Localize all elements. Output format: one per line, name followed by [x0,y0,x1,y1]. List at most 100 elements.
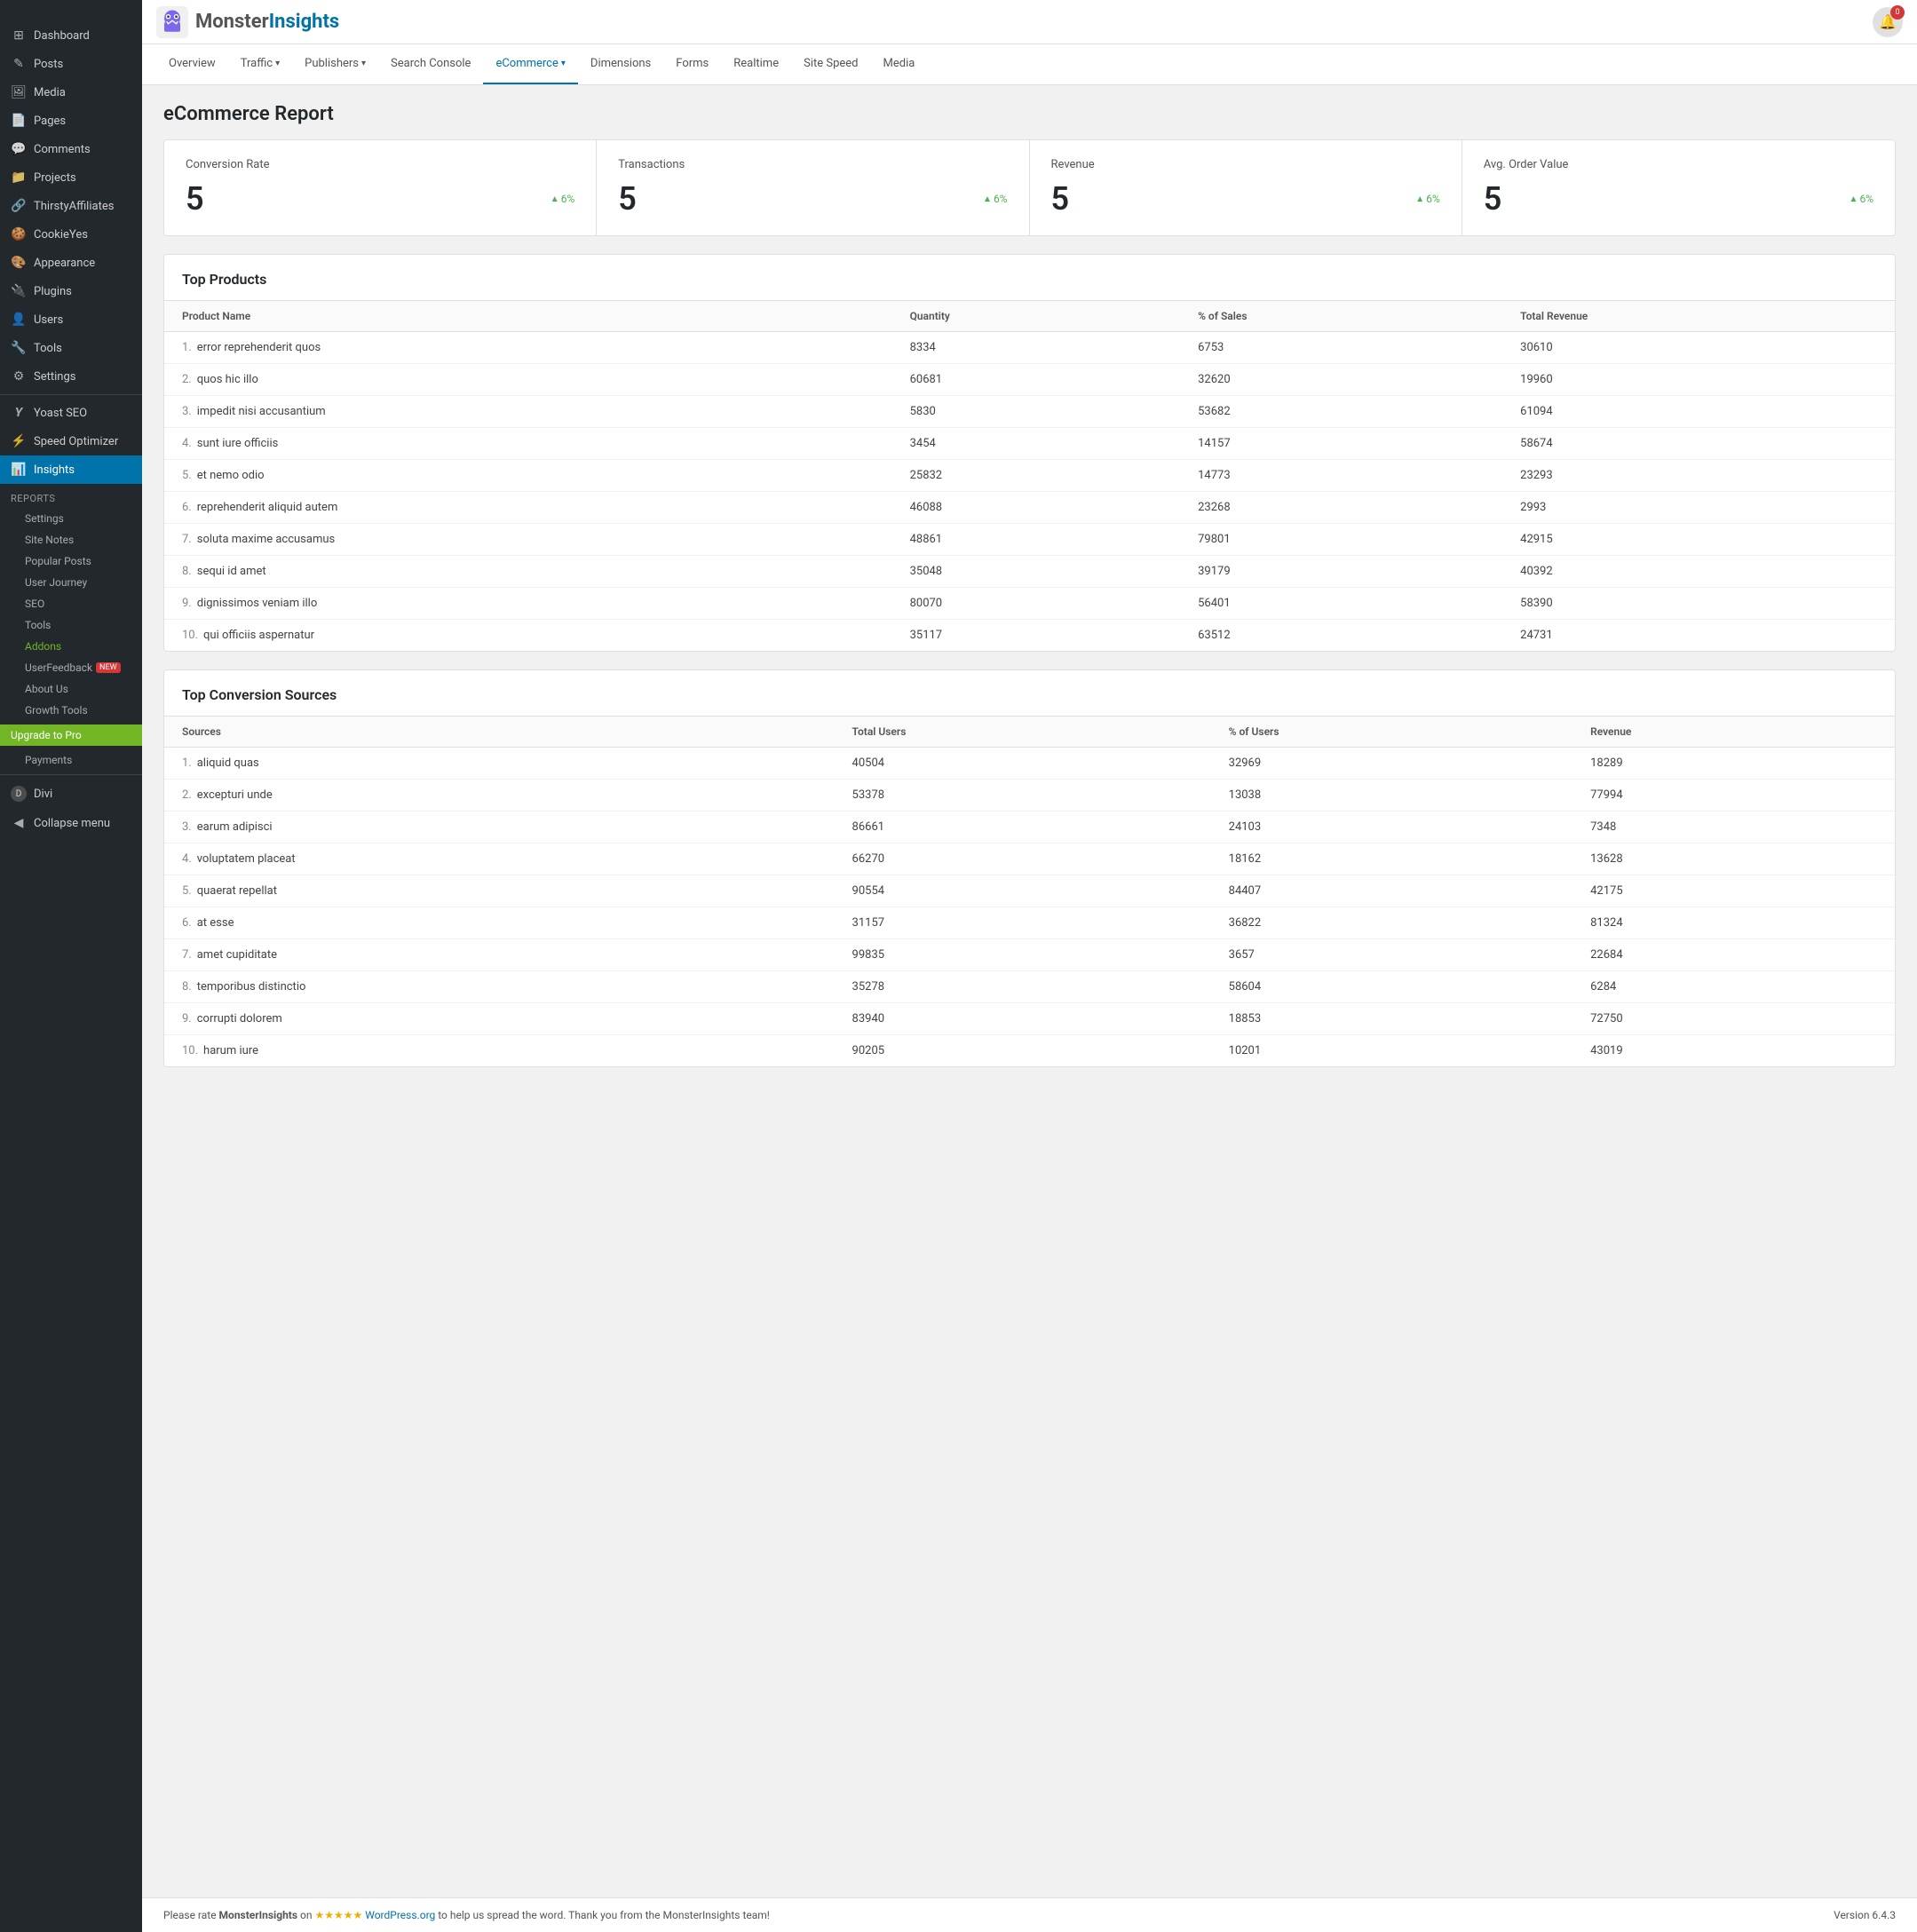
row-num: 1. [182,341,192,354]
sidebar-sub-userfeedback[interactable]: UserFeedback NEW [0,657,142,678]
metric-change-revenue: ▲ 6% [1415,193,1439,205]
chevron-down-icon: ▾ [561,59,566,68]
revenue-cell: 24731 [1502,620,1895,652]
sidebar-sub-tools[interactable]: Tools [0,614,142,636]
row-num: 6. [182,501,192,514]
sidebar-sub-aboutus[interactable]: About Us [0,678,142,700]
metric-card-transactions: Transactions 5 ▲ 6% [597,140,1029,235]
row-num: 10. [182,1044,198,1057]
row-num: 9. [182,1012,192,1025]
sidebar-sub-settings[interactable]: Settings [0,508,142,529]
pct-users-cell: 3657 [1211,939,1572,971]
row-num: 3. [182,405,192,418]
table-row: 1.aliquid quas 40504 32969 18289 [164,748,1895,780]
revenue-cell: 40392 [1502,556,1895,588]
sidebar-item-plugins[interactable]: 🔌 Plugins [0,277,142,305]
appearance-icon: 🎨 [11,256,27,270]
product-name-cell: 8.sequi id amet [164,556,892,588]
subnav-traffic[interactable]: Traffic ▾ [228,44,292,84]
row-num: 2. [182,373,192,386]
tools-icon: 🔧 [11,341,27,355]
sidebar-item-comments[interactable]: 💬 Comments [0,135,142,163]
pages-icon: 📄 [11,114,27,128]
subnav-overview[interactable]: Overview [156,44,228,84]
subnav-publishers[interactable]: Publishers ▾ [292,44,378,84]
row-num: 5. [182,884,192,898]
sidebar-sub-upgrade[interactable]: Upgrade to Pro [0,724,142,746]
table-row: 4.voluptatem placeat 66270 18162 13628 [164,843,1895,875]
subnav-searchconsole[interactable]: Search Console [378,44,483,84]
row-num: 4. [182,437,192,450]
sidebar-item-appearance[interactable]: 🎨 Appearance [0,249,142,277]
source-name-cell: 8.temporibus distinctio [164,971,835,1003]
sidebar-item-speedoptimizer[interactable]: ⚡ Speed Optimizer [0,427,142,455]
sidebar-item-label: Speed Optimizer [34,435,118,448]
sidebar-item-posts[interactable]: ✎ Posts [0,50,142,78]
metric-card-avg-order: Avg. Order Value 5 ▲ 6% [1462,140,1895,235]
top-products-section: Top Products Product Name Quantity % of … [163,254,1896,652]
sidebar-item-cookieyes[interactable]: 🍪 CookieYes [0,220,142,249]
sidebar-item-insights[interactable]: 📊 Insights [0,455,142,484]
revenue-cell: 23293 [1502,460,1895,492]
sidebar-item-label: Settings [34,370,75,384]
row-num: 5. [182,469,192,482]
sidebar-sub-seo[interactable]: SEO [0,593,142,614]
metric-value-row-revenue: 5 ▲ 6% [1051,180,1440,218]
subnav-realtime[interactable]: Realtime [721,44,791,84]
notification-bell[interactable]: 🔔 0 [1873,7,1903,37]
table-row: 2.quos hic illo 60681 32620 19960 [164,364,1895,396]
revenue-cell: 58674 [1502,428,1895,460]
sidebar-item-media[interactable]: 🖼 Media [0,78,142,107]
metric-label-transactions: Transactions [618,158,1007,171]
sidebar-sub-userjourney[interactable]: User Journey [0,572,142,593]
sidebar-sub-sitenotes[interactable]: Site Notes [0,529,142,550]
posts-icon: ✎ [11,57,27,71]
top-conversion-sources-section: Top Conversion Sources Sources Total Use… [163,669,1896,1067]
plugins-icon: 🔌 [11,284,27,298]
sidebar-sub-payments[interactable]: Payments [0,749,142,771]
page-content: eCommerce Report Conversion Rate 5 ▲ 6% … [142,85,1917,1897]
sidebar-item-collapse[interactable]: ◀ Collapse menu [0,809,142,837]
source-name-cell: 5.quaerat repellat [164,875,835,907]
sidebar-item-thirstyaffiliates[interactable]: 🔗 ThirstyAffiliates [0,192,142,220]
sidebar-item-divi[interactable]: D Divi [0,779,142,809]
total-users-cell: 90554 [835,875,1211,907]
source-name-cell: 7.amet cupiditate [164,939,835,971]
sidebar-sub-addons[interactable]: Addons [0,636,142,657]
footer-text: Please rate MonsterInsights on ★★★★★ Wor… [163,1909,770,1921]
pct-sales-cell: 23268 [1180,492,1502,524]
footer: Please rate MonsterInsights on ★★★★★ Wor… [142,1897,1917,1932]
sidebar-item-yoast[interactable]: Y Yoast SEO [0,399,142,427]
pct-users-cell: 24103 [1211,812,1572,843]
sidebar-item-users[interactable]: 👤 Users [0,305,142,334]
sidebar-item-projects[interactable]: 📁 Projects [0,163,142,192]
sidebar-item-settings[interactable]: ⚙ Settings [0,362,142,391]
subnav-media[interactable]: Media [871,44,928,84]
sidebar-item-dashboard[interactable]: ⊞ Dashboard [0,21,142,50]
subnav-dimensions[interactable]: Dimensions [578,44,663,84]
sidebar-item-tools[interactable]: 🔧 Tools [0,334,142,362]
total-users-cell: 83940 [835,1003,1211,1035]
subnav-ecommerce[interactable]: eCommerce ▾ [483,44,577,84]
subnav-forms[interactable]: Forms [663,44,721,84]
sidebar-item-label: Projects [34,171,76,185]
sidebar-item-pages[interactable]: 📄 Pages [0,107,142,135]
footer-link[interactable]: WordPress.org [365,1909,435,1921]
topbar-logo-text: MonsterInsights [195,11,339,33]
logo-monster-text: Monster [195,11,269,33]
source-name-cell: 1.aliquid quas [164,748,835,780]
subnav-sitespeed[interactable]: Site Speed [791,44,870,84]
row-num: 2. [182,788,192,802]
top-conversion-sources-title: Top Conversion Sources [164,670,1895,717]
col-pct-sales: % of Sales [1180,301,1502,332]
pct-users-cell: 84407 [1211,875,1572,907]
sidebar-sub-growthtools[interactable]: Growth Tools [0,700,142,721]
source-name-cell: 4.voluptatem placeat [164,843,835,875]
metric-value-transactions: 5 [618,180,637,218]
table-row: 3.earum adipisci 86661 24103 7348 [164,812,1895,843]
sidebar-sub-popularposts[interactable]: Popular Posts [0,550,142,572]
table-row: 6.at esse 31157 36822 81324 [164,907,1895,939]
chevron-down-icon: ▾ [275,59,280,68]
row-num: 8. [182,565,192,578]
table-row: 8.temporibus distinctio 35278 58604 6284 [164,971,1895,1003]
